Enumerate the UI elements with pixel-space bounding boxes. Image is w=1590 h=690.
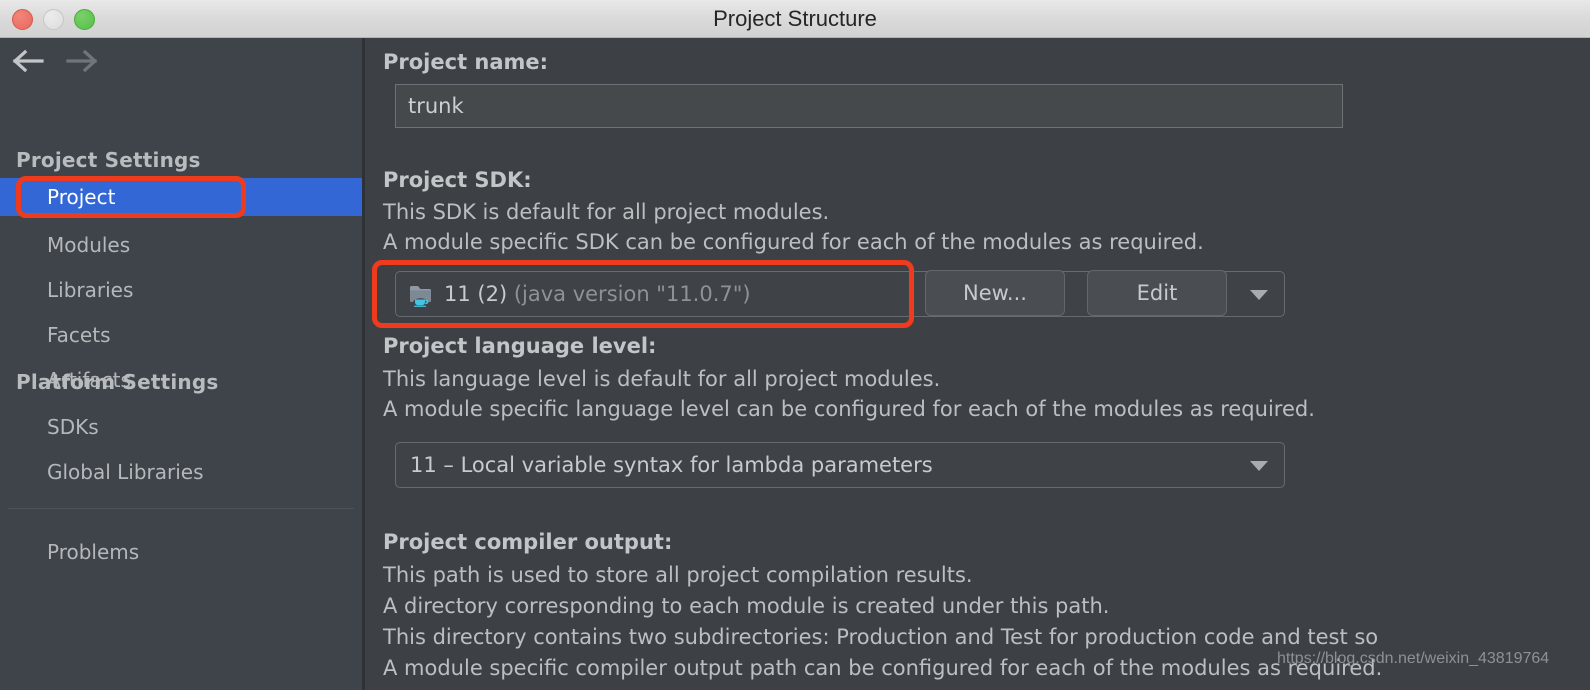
project-language-level-desc-line-1: This language level is default for all p… <box>383 367 941 391</box>
watermark-text: https://blog.csdn.net/weixin_43819764 <box>1277 650 1550 667</box>
close-button[interactable] <box>12 9 33 30</box>
new-sdk-button[interactable]: New... <box>925 270 1065 316</box>
sidebar-item-project[interactable]: Project <box>0 178 362 216</box>
project-sdk-detail: (java version "11.0.7") <box>513 282 751 306</box>
sidebar-item-global-libraries[interactable]: Global Libraries <box>0 453 362 491</box>
project-language-level-label: Project language level: <box>383 334 657 358</box>
project-sdk-label: Project SDK: <box>383 168 532 192</box>
window-titlebar: Project Structure <box>0 0 1590 38</box>
window-controls <box>12 9 95 30</box>
project-name-input[interactable]: trunk <box>395 84 1343 128</box>
sidebar-item-label: SDKs <box>47 415 99 439</box>
chevron-down-icon[interactable] <box>1250 461 1268 471</box>
project-language-level-value: 11 – Local variable syntax for lambda pa… <box>410 453 933 477</box>
sidebar-item-label: Facets <box>47 323 111 347</box>
sidebar-item-label: Global Libraries <box>47 460 204 484</box>
sidebar-item-facets[interactable]: Facets <box>0 316 362 354</box>
sidebar-item-sdks[interactable]: SDKs <box>0 408 362 446</box>
project-compiler-output-desc-line-4: A module specific compiler output path c… <box>383 656 1383 680</box>
zoom-button[interactable] <box>74 9 95 30</box>
window-body: Project Settings Project Modules Librari… <box>0 38 1590 690</box>
sidebar-item-label: Project <box>47 185 116 209</box>
project-name-label: Project name: <box>383 50 549 74</box>
project-sdk-name: 11 (2) <box>444 282 508 306</box>
sidebar: Project Settings Project Modules Librari… <box>0 38 362 690</box>
project-structure-window: Project Structure Project Settings Proje… <box>0 0 1590 690</box>
edit-sdk-button[interactable]: Edit <box>1087 270 1227 316</box>
jdk-folder-icon <box>409 283 435 307</box>
sidebar-group-title-project-settings: Project Settings <box>16 148 201 172</box>
arrow-right-icon[interactable] <box>60 46 106 76</box>
project-sdk-desc-line-1: This SDK is default for all project modu… <box>383 200 830 224</box>
sidebar-divider <box>8 508 354 509</box>
sidebar-item-modules[interactable]: Modules <box>0 226 362 264</box>
project-language-level-desc-line-2: A module specific language level can be … <box>383 397 1315 421</box>
project-compiler-output-desc-line-3: This directory contains two subdirectori… <box>383 625 1379 649</box>
project-sdk-value: 11 (2) (java version "11.0.7") <box>444 282 751 306</box>
sidebar-item-problems[interactable]: Problems <box>0 533 362 571</box>
sidebar-item-label: Problems <box>47 540 140 564</box>
sidebar-item-label: Libraries <box>47 278 134 302</box>
chevron-down-icon[interactable] <box>1250 290 1268 300</box>
project-compiler-output-desc-line-2: A directory corresponding to each module… <box>383 594 1110 618</box>
project-language-level-combobox[interactable]: 11 – Local variable syntax for lambda pa… <box>395 442 1285 488</box>
project-compiler-output-desc-line-1: This path is used to store all project c… <box>383 563 973 587</box>
main-panel: Project name: trunk Project SDK: This SD… <box>365 38 1590 690</box>
sidebar-item-label: Modules <box>47 233 131 257</box>
window-title: Project Structure <box>713 6 877 31</box>
project-compiler-output-label: Project compiler output: <box>383 530 673 554</box>
sidebar-navbar <box>0 38 362 84</box>
minimize-button[interactable] <box>43 9 64 30</box>
arrow-left-icon[interactable] <box>8 46 54 76</box>
sidebar-group-title-platform-settings: Platform Settings <box>16 370 219 394</box>
sidebar-item-libraries[interactable]: Libraries <box>0 271 362 309</box>
project-sdk-desc-line-2: A module specific SDK can be configured … <box>383 230 1204 254</box>
